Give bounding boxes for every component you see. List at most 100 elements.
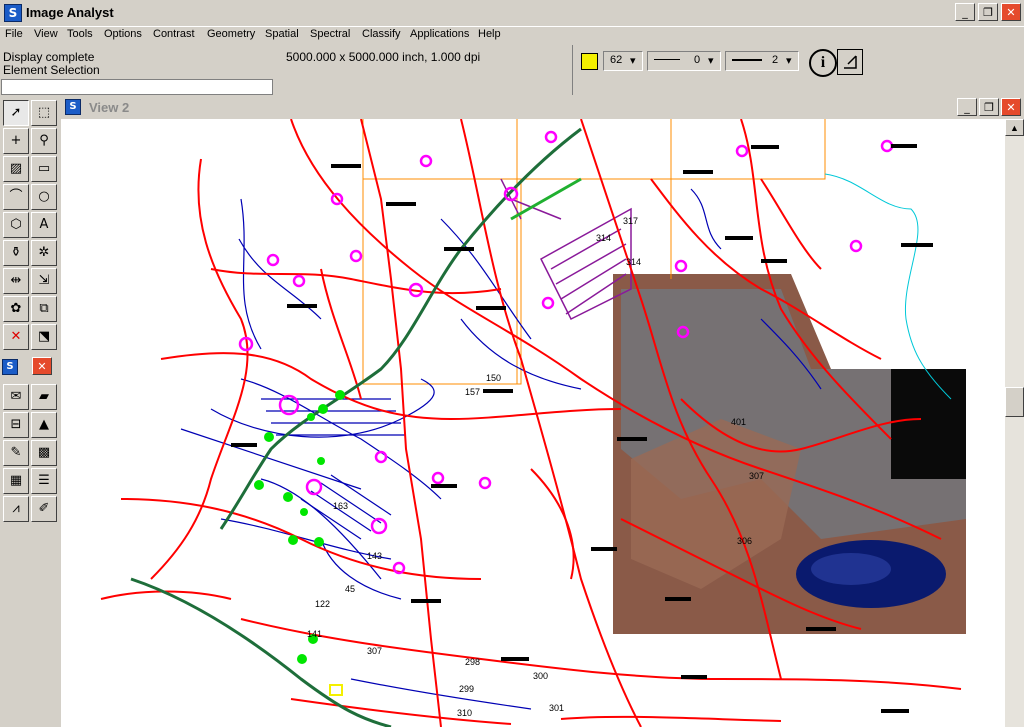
- menu-spatial[interactable]: Spatial: [265, 28, 299, 40]
- map-label: 141: [307, 629, 322, 639]
- color-select[interactable]: 62 ▾: [603, 51, 643, 71]
- line-style-icon: [654, 59, 680, 60]
- menu-options[interactable]: Options: [104, 28, 142, 40]
- map-label: 314: [596, 233, 611, 243]
- map-label: 163: [333, 501, 348, 511]
- info-button[interactable]: i: [809, 49, 837, 77]
- profile-tool[interactable]: ⩘: [3, 496, 29, 522]
- chevron-down-icon: ▾: [630, 55, 636, 67]
- modify-tool[interactable]: ⬡: [3, 212, 29, 238]
- stream-cyan: [824, 173, 952, 400]
- minimize-button[interactable]: _: [955, 3, 975, 21]
- stack-tool[interactable]: ▦: [3, 468, 29, 494]
- command-input[interactable]: [1, 79, 273, 95]
- menu-help[interactable]: Help: [478, 28, 501, 40]
- scroll-thumb[interactable]: [1005, 387, 1024, 417]
- view-close-button[interactable]: ✕: [1001, 98, 1021, 116]
- text-tool[interactable]: A: [31, 212, 57, 238]
- histogram-tool[interactable]: ⊟: [3, 412, 29, 438]
- delete-tool[interactable]: ✕: [3, 324, 29, 350]
- line-weight-value: 2: [772, 54, 779, 66]
- status-area: Display complete Element Selection 5000.…: [0, 45, 572, 95]
- edit-image-tool[interactable]: ✎: [3, 440, 29, 466]
- close-button[interactable]: ✕: [1001, 3, 1021, 21]
- status-message: Display complete: [3, 50, 95, 64]
- terrain-tool[interactable]: ▲: [31, 412, 57, 438]
- view-window: S View 2 _ ❐ ✕ 317 314 314 150 157 401 3…: [61, 95, 1024, 727]
- menu-view[interactable]: View: [34, 28, 58, 40]
- copy-tool[interactable]: ⧉: [31, 296, 57, 322]
- open-image-tool[interactable]: ✉: [3, 384, 29, 410]
- map-label: 298: [465, 657, 480, 667]
- view-dimensions: 5000.000 x 5000.000 inch, 1.000 dpi: [286, 50, 481, 64]
- map-label: 401: [731, 417, 746, 427]
- chevron-down-icon: ▾: [786, 55, 792, 67]
- map-label: 122: [315, 599, 330, 609]
- arc-tool[interactable]: ⌒: [3, 184, 29, 210]
- fill-pattern-tool[interactable]: ▨: [3, 156, 29, 182]
- view-minimize-button[interactable]: _: [957, 98, 977, 116]
- map-canvas[interactable]: 317 314 314 150 157 401 307 306 143 45 1…: [61, 119, 1005, 727]
- layers-tool[interactable]: ☰: [31, 468, 57, 494]
- view-icon: S: [65, 99, 81, 115]
- title-bar: S Image Analyst _ ❐ ✕: [0, 0, 1024, 27]
- attribute-bar: 62 ▾ 0 ▾ 2 ▾ i: [572, 45, 1024, 95]
- app-icon: S: [4, 4, 22, 22]
- menu-tools[interactable]: Tools: [67, 28, 93, 40]
- view-restore-button[interactable]: ❐: [979, 98, 999, 116]
- map-label: 306: [737, 536, 752, 546]
- view-title: View 2: [89, 100, 130, 115]
- restore-button[interactable]: ❐: [978, 3, 998, 21]
- checker-tool[interactable]: ▩: [31, 440, 57, 466]
- palette-tool[interactable]: ✿: [3, 296, 29, 322]
- map-label: 143: [367, 551, 382, 561]
- vertical-scrollbar[interactable]: ▲: [1005, 119, 1024, 727]
- menu-classify[interactable]: Classify: [362, 28, 401, 40]
- scale-tool[interactable]: ⇲: [31, 268, 57, 294]
- map-label: 310: [457, 708, 472, 718]
- menu-spectral[interactable]: Spectral: [310, 28, 350, 40]
- fence-tool[interactable]: ⬚: [31, 100, 57, 126]
- palette-close-button[interactable]: ✕: [32, 357, 52, 375]
- menu-file[interactable]: File: [5, 28, 23, 40]
- line-weight-select[interactable]: 2 ▾: [725, 51, 799, 71]
- status-prompt: Element Selection: [3, 63, 100, 77]
- cell-tool[interactable]: ✲: [31, 240, 57, 266]
- map-label: 157: [465, 387, 480, 397]
- menu-geometry[interactable]: Geometry: [207, 28, 255, 40]
- menu-contrast[interactable]: Contrast: [153, 28, 195, 40]
- map-label: 317: [623, 216, 638, 226]
- map-label: 314: [626, 257, 641, 267]
- dimension-tool[interactable]: ⇹: [3, 268, 29, 294]
- placement-icon: [844, 55, 857, 69]
- highway: [219, 127, 582, 530]
- measure-tool[interactable]: ⚲: [31, 128, 57, 154]
- image-palette-header: S ✕: [0, 357, 60, 375]
- menu-applications[interactable]: Applications: [410, 28, 469, 40]
- map-label: 45: [345, 584, 355, 594]
- circle-tool[interactable]: ○: [31, 184, 57, 210]
- place-point-tool[interactable]: +: [3, 128, 29, 154]
- scroll-up-arrow[interactable]: ▲: [1005, 119, 1024, 136]
- placement-tool-button[interactable]: [837, 49, 863, 75]
- app-title: Image Analyst: [26, 5, 114, 20]
- map-drawing: 317 314 314 150 157 401 307 306 143 45 1…: [100, 119, 966, 727]
- satellite-image: [613, 274, 966, 634]
- map-label: 301: [549, 703, 564, 713]
- view-title-bar: S View 2 _ ❐ ✕: [61, 95, 1024, 119]
- map-label: 307: [749, 471, 764, 481]
- line-weight-icon: [732, 59, 762, 61]
- brush-tool[interactable]: ✐: [31, 496, 57, 522]
- color-value: 62: [610, 54, 623, 66]
- map-label: 300: [533, 671, 548, 681]
- tool-palette: ➚ ⬚ + ⚲ ▨ ▭ ⌒ ○ ⬡ A ⚱ ✲ ⇹ ⇲ ✿ ⧉ ✕ ⬔ S ✕ …: [0, 97, 60, 727]
- rectangle-tool[interactable]: ▭: [31, 156, 57, 182]
- active-color-swatch[interactable]: [581, 53, 598, 70]
- lasso-tool[interactable]: ⚱: [3, 240, 29, 266]
- line-style-value: 0: [694, 54, 701, 66]
- line-style-select[interactable]: 0 ▾: [647, 51, 721, 71]
- view-control-tool[interactable]: ⬔: [31, 324, 57, 350]
- map-label: 150: [486, 373, 501, 383]
- display-image-tool[interactable]: ▰: [31, 384, 57, 410]
- select-element-tool[interactable]: ➚: [3, 100, 29, 126]
